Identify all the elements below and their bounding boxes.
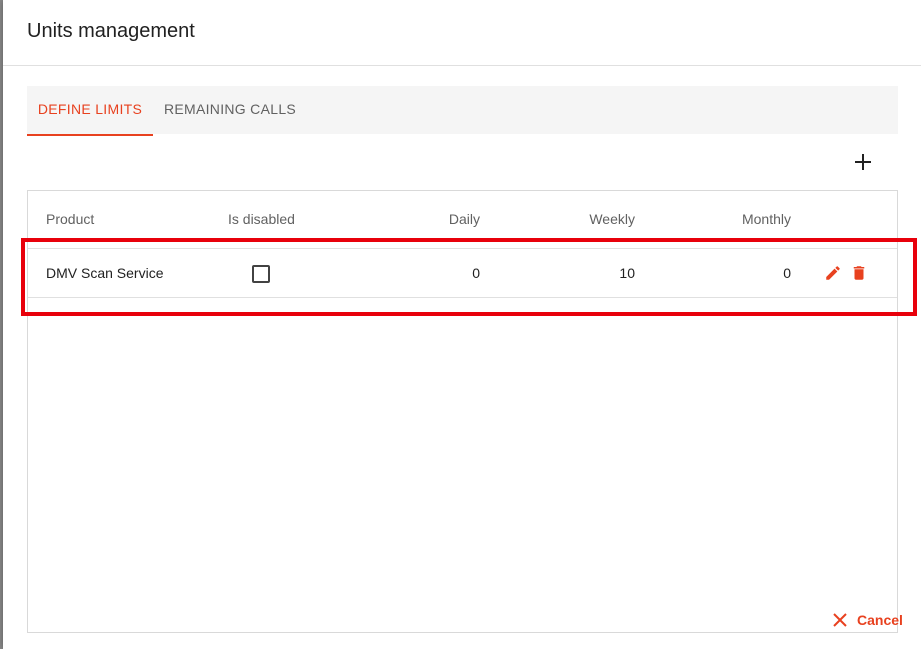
is-disabled-checkbox[interactable] [252, 265, 270, 283]
cancel-button[interactable]: Cancel [833, 608, 903, 632]
dialog-title: Units management [27, 20, 195, 42]
close-icon [833, 613, 847, 627]
plus-icon [855, 154, 871, 170]
limits-table: Product Is disabled Daily Weekly Monthly… [27, 190, 898, 633]
units-management-dialog: Units management DEFINE LIMITS REMAINING… [3, 0, 921, 649]
add-limit-button[interactable] [849, 148, 877, 176]
delete-icon[interactable] [850, 264, 868, 282]
column-header-monthly: Monthly [741, 211, 791, 227]
column-header-daily: Daily [448, 211, 480, 227]
edit-icon[interactable] [824, 264, 842, 282]
dialog-header: Units management [3, 0, 921, 66]
tab-remaining-calls[interactable]: REMAINING CALLS [155, 86, 305, 134]
tab-bar: DEFINE LIMITS REMAINING CALLS [27, 86, 898, 136]
cancel-label: Cancel [857, 612, 903, 628]
cell-weekly: 10 [619, 265, 635, 281]
column-header-weekly: Weekly [589, 211, 635, 227]
cell-monthly: 0 [783, 265, 791, 281]
tab-define-limits[interactable]: DEFINE LIMITS [27, 86, 153, 136]
column-header-is-disabled: Is disabled [228, 211, 295, 227]
table-row: DMV Scan Service 0 10 0 [28, 248, 897, 298]
cell-daily: 0 [472, 265, 480, 281]
column-header-product: Product [46, 211, 95, 227]
cell-product: DMV Scan Service [46, 265, 164, 281]
